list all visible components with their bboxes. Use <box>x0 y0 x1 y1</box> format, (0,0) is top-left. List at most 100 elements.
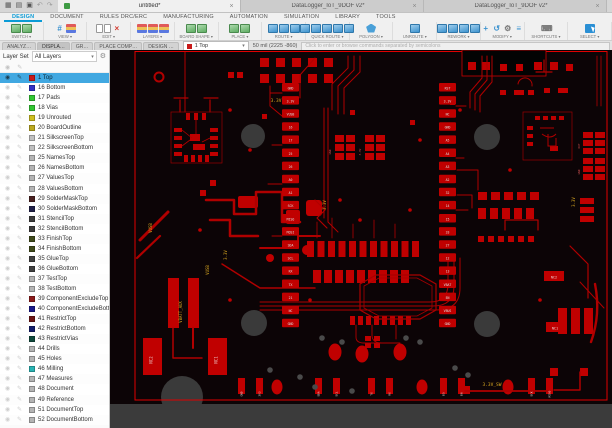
layer-row-49[interactable]: ◉ ✎ 49 Reference <box>0 394 109 405</box>
edit-pencil-icon[interactable]: ✎ <box>17 93 26 103</box>
file-menu-icon[interactable]: ▤ <box>16 0 23 12</box>
new-doc-icon[interactable] <box>95 23 103 33</box>
edit-pencil-icon[interactable]: ✎ <box>17 214 26 224</box>
edit-pencil-icon[interactable]: ✎ <box>17 364 26 374</box>
ribbon-tab-design[interactable]: DESIGN <box>4 13 42 22</box>
visibility-eye-icon[interactable]: ◉ <box>5 173 14 183</box>
layer-row-31[interactable]: ◉ ✎ 31 StencilTop <box>0 213 109 224</box>
layer-row-28[interactable]: ◉ ✎ 28 ValuesBottom <box>0 183 109 194</box>
layer-row-40[interactable]: ◉ ✎ 40 ComponentExcludeBottom <box>0 304 109 315</box>
layer-row-18[interactable]: ◉ ✎ 18 Vias <box>0 103 109 114</box>
rework-snap-icon[interactable] <box>470 23 481 33</box>
visibility-eye-icon[interactable]: ◉ <box>5 254 14 264</box>
visibility-eye-icon[interactable]: ◉ <box>5 344 14 354</box>
visibility-eye-icon[interactable]: ◉ <box>5 163 14 173</box>
visibility-eye-icon[interactable]: ◉ <box>5 234 14 244</box>
ribbon-tab-simulation[interactable]: SIMULATION <box>276 13 327 22</box>
visibility-eye-icon[interactable]: ◉ <box>5 204 14 214</box>
layer-row-37[interactable]: ◉ ✎ 37 TestTop <box>0 273 109 284</box>
route-walkaround-icon[interactable] <box>278 23 289 33</box>
polygon-pentagon-icon[interactable] <box>366 23 377 33</box>
layer-row-51[interactable]: ◉ ✎ 51 DocumentTop <box>0 404 109 415</box>
pcb-canvas[interactable]: GND 3.3V VUSB 16 17 25 26 A0 A1 SCK MISO MOSI SDA SCL… <box>110 50 612 428</box>
layer-row-42[interactable]: ◉ ✎ 42 RestrictBottom <box>0 324 109 335</box>
layer-row-22[interactable]: ◉ ✎ 22 SilkscreenBottom <box>0 143 109 154</box>
place-array-icon[interactable] <box>240 23 251 33</box>
close-icon[interactable]: × <box>413 3 417 10</box>
board-top-icon[interactable] <box>10 23 21 33</box>
ribbon-group-label[interactable]: SELECT ▾ <box>580 34 599 39</box>
layer-row-47[interactable]: ◉ ✎ 47 Measures <box>0 374 109 385</box>
qroute-3-icon[interactable] <box>322 23 333 33</box>
visibility-eye-icon[interactable]: ◉ <box>5 294 14 304</box>
board-outline-icon[interactable] <box>185 23 196 33</box>
copy-doc-icon[interactable] <box>103 23 111 33</box>
app-menu-icon[interactable]: ▦ <box>5 0 12 12</box>
rework-fanout-icon[interactable] <box>448 23 459 33</box>
ribbon-group-label[interactable]: REWORK ▾ <box>447 34 469 39</box>
redo-icon[interactable]: ↷ <box>47 0 53 12</box>
visibility-eye-icon[interactable]: ◉ <box>5 153 14 163</box>
ribbon-group-label[interactable]: POLYGON ▾ <box>359 34 383 39</box>
keyboard-shortcuts-icon[interactable]: ⌨ <box>541 24 553 33</box>
place-component-icon[interactable] <box>229 23 240 33</box>
layer-row-26[interactable]: ◉ ✎ 26 NamesBottom <box>0 163 109 174</box>
edit-pencil-icon[interactable]: ✎ <box>17 194 26 204</box>
layer-row-34[interactable]: ◉ ✎ 34 FinishBottom <box>0 243 109 254</box>
layer-row-30[interactable]: ◉ ✎ 30 SolderMaskBottom <box>0 203 109 214</box>
edit-pencil-icon[interactable]: ✎ <box>17 103 26 113</box>
visibility-eye-icon[interactable]: ◉ <box>5 194 14 204</box>
edit-pencil-icon[interactable]: ✎ <box>17 123 26 133</box>
align-icon[interactable]: ≡ <box>514 24 524 33</box>
ribbon-group-label[interactable]: PLACE ▾ <box>231 34 248 39</box>
layer-row-29[interactable]: ◉ ✎ 29 SolderMaskTop <box>0 193 109 204</box>
visibility-eye-icon[interactable]: ◉ <box>5 304 14 314</box>
edit-pencil-icon[interactable]: ✎ <box>17 133 26 143</box>
gear-icon[interactable]: ⚙ <box>100 52 106 62</box>
visibility-eye-icon[interactable]: ◉ <box>5 314 14 324</box>
ribbon-group-label[interactable]: MODIFY ▾ <box>493 34 512 39</box>
visibility-eye-icon[interactable]: ◉ <box>5 264 14 274</box>
layer-row-16[interactable]: ◉ ✎ 16 Bottom <box>0 83 109 94</box>
visibility-eye-icon[interactable]: ◉ <box>5 143 14 153</box>
rework-split-icon[interactable] <box>437 23 448 33</box>
edit-pencil-icon[interactable]: ✎ <box>17 224 26 234</box>
edit-pencil-icon[interactable]: ✎ <box>17 264 26 274</box>
layer-row-21[interactable]: ◉ ✎ 21 SilkscreenTop <box>0 133 109 144</box>
layer-row-43[interactable]: ◉ ✎ 43 RestrictVias <box>0 334 109 345</box>
edit-pencil-icon[interactable]: ✎ <box>17 384 26 394</box>
ribbon-tab-rules-drc-erc[interactable]: RULES DRC/ERC <box>92 13 156 22</box>
close-icon[interactable]: × <box>596 3 600 10</box>
visibility-eye-icon[interactable]: ◉ <box>5 364 14 374</box>
layer-row-44[interactable]: ◉ ✎ 44 Drills <box>0 344 109 355</box>
ribbon-group-label[interactable]: SWITCH ▾ <box>11 34 31 39</box>
layer-colors-icon[interactable] <box>65 23 76 33</box>
edit-pencil-icon[interactable]: ✎ <box>17 324 26 334</box>
save-icon[interactable]: ▣ <box>26 0 33 12</box>
move-icon[interactable]: + <box>481 24 491 33</box>
ribbon-group-label[interactable]: ROUTE ▾ <box>275 34 293 39</box>
layer-row-41[interactable]: ◉ ✎ 41 RestrictTop <box>0 314 109 325</box>
qroute-4-icon[interactable] <box>333 23 344 33</box>
layer-row-48[interactable]: ◉ ✎ 48 Document <box>0 384 109 395</box>
unroute-icon[interactable] <box>409 23 420 33</box>
visibility-eye-icon[interactable]: ◉ <box>5 244 14 254</box>
doc-tab-2[interactable]: DataLogger_IoT_9DOF v2* × <box>423 0 607 12</box>
visibility-eye-icon[interactable]: ◉ <box>5 324 14 334</box>
route-push-icon[interactable] <box>289 23 300 33</box>
visibility-eye-icon[interactable]: ◉ <box>5 224 14 234</box>
qroute-2-icon[interactable] <box>311 23 322 33</box>
visibility-eye-icon[interactable]: ◉ <box>5 113 14 123</box>
undo-icon[interactable]: ↶ <box>37 0 43 12</box>
layer-row-1[interactable]: ◉ ✎ 1 Top <box>0 73 109 84</box>
board-3d-icon[interactable] <box>21 23 32 33</box>
layer-row-25[interactable]: ◉ ✎ 25 NamesTop <box>0 153 109 164</box>
edit-pencil-icon[interactable]: ✎ <box>17 173 26 183</box>
visibility-eye-icon[interactable]: ◉ <box>5 123 14 133</box>
doc-tab-0[interactable]: untitled* × <box>57 0 241 12</box>
visibility-eye-icon[interactable]: ◉ <box>5 133 14 143</box>
layer-stack2-icon[interactable] <box>147 23 158 33</box>
edit-pencil-icon[interactable]: ✎ <box>17 184 26 194</box>
layer-row-46[interactable]: ◉ ✎ 46 Milling <box>0 364 109 375</box>
layer-row-38[interactable]: ◉ ✎ 38 TestBottom <box>0 283 109 295</box>
